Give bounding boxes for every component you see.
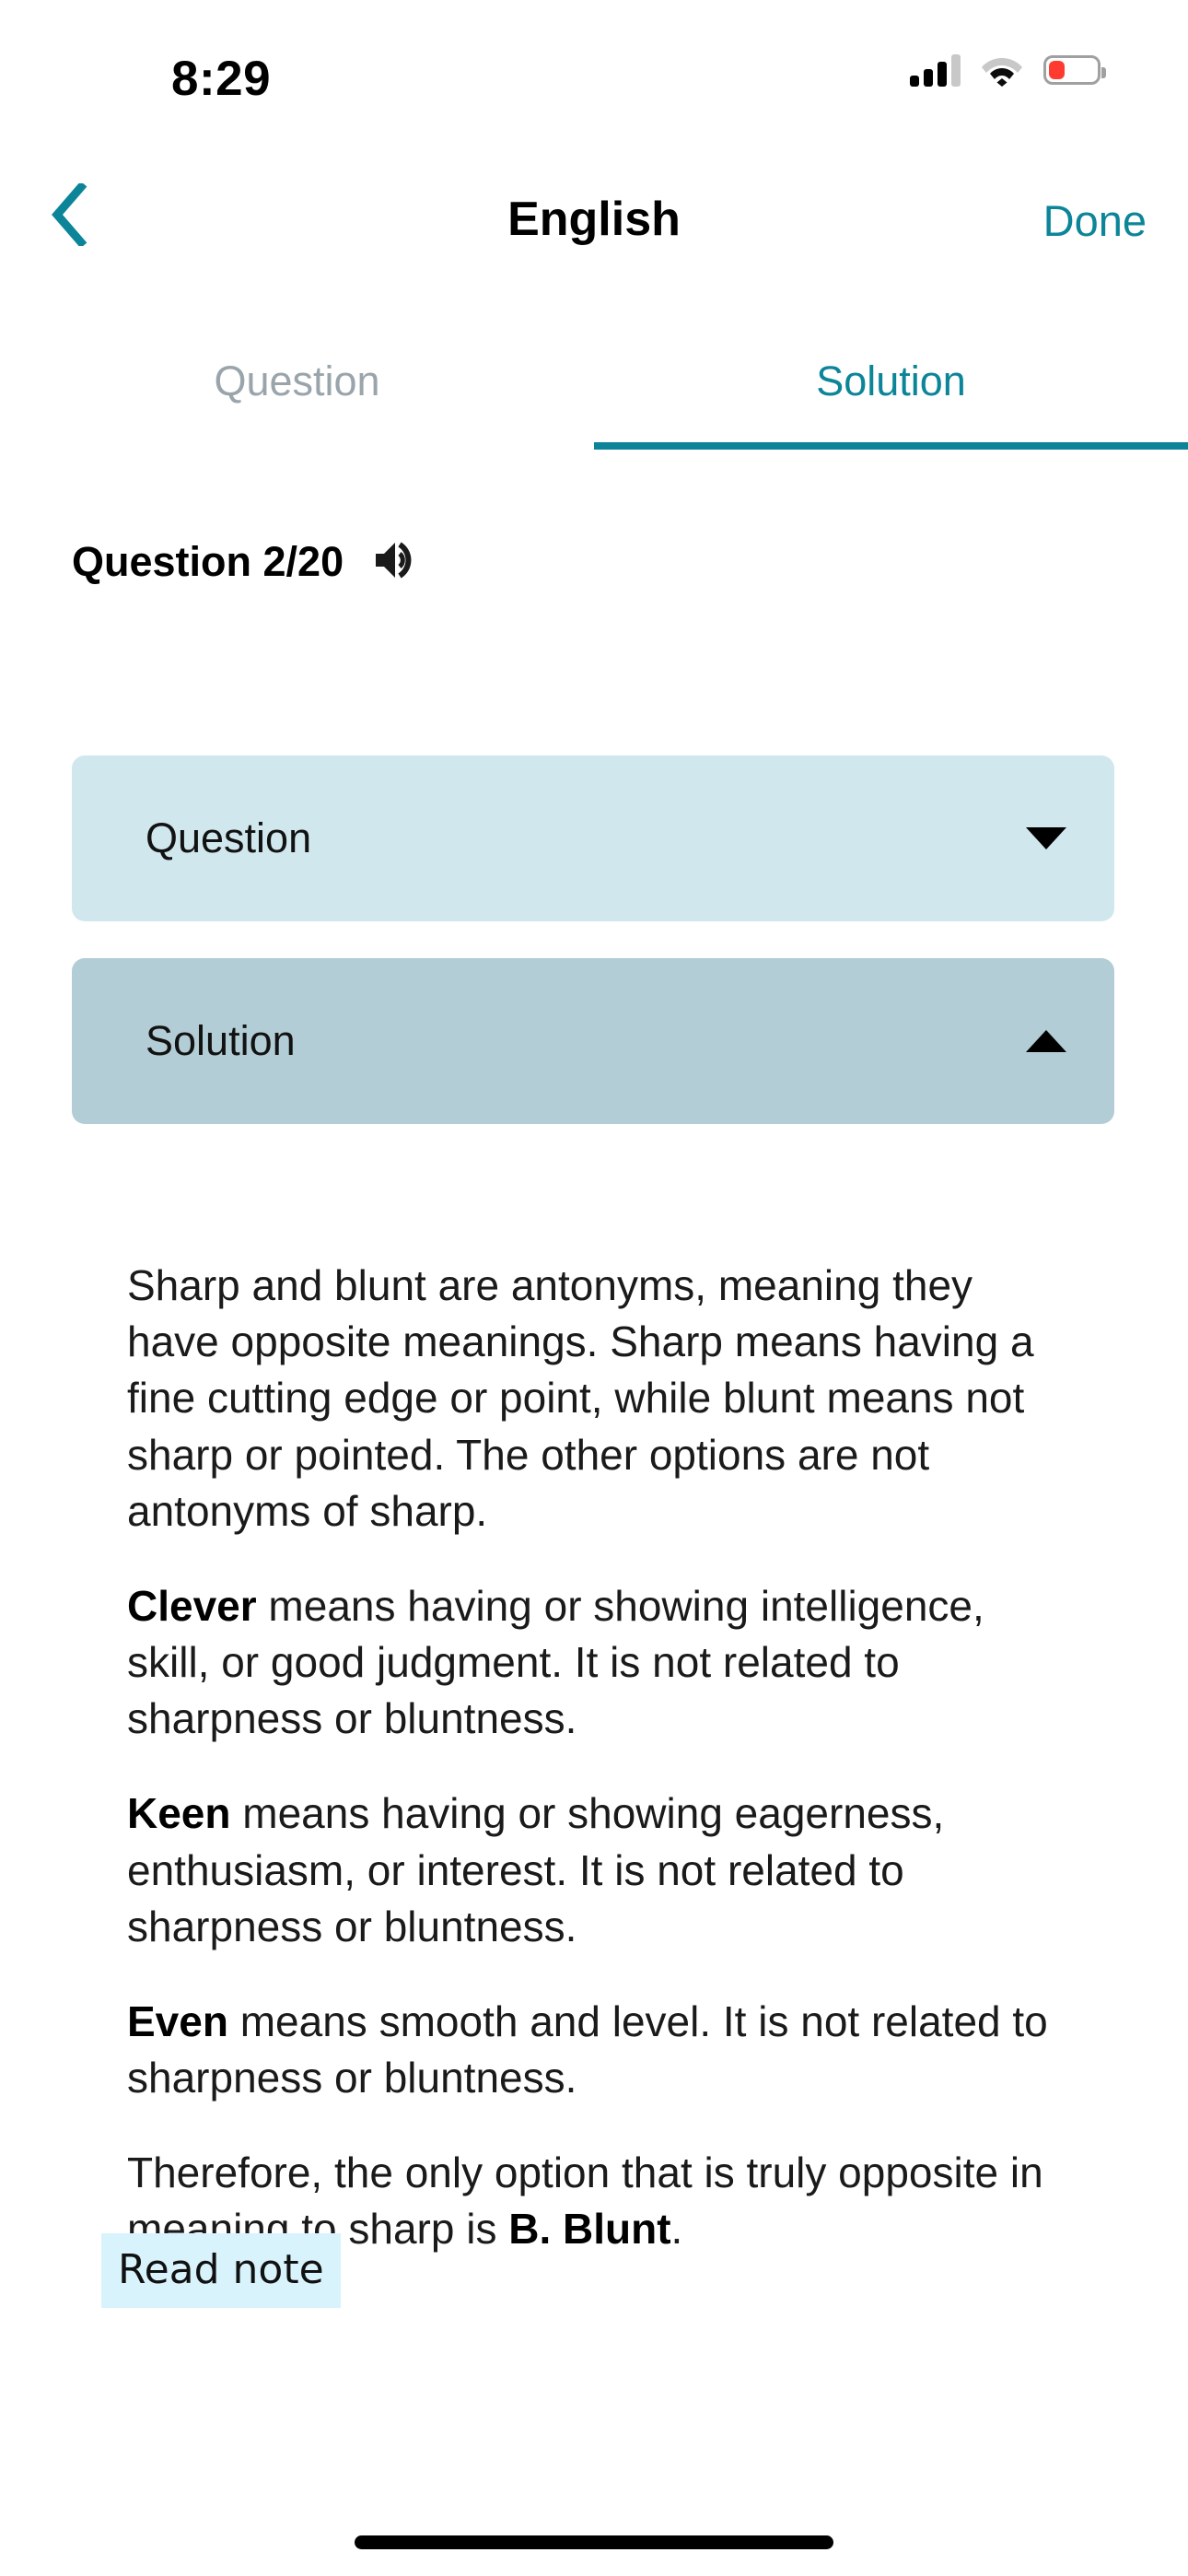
speaker-volume-icon xyxy=(370,535,420,590)
solution-content: Sharp and blunt are antonyms, meaning th… xyxy=(127,1258,1048,2258)
solution-term: Clever xyxy=(127,1581,257,1630)
status-bar-time: 8:29 xyxy=(171,52,272,106)
solution-paragraph: Clever means having or showing intellige… xyxy=(127,1578,1048,1748)
chevron-up-icon xyxy=(1026,1030,1066,1052)
question-counter-label: Question 2/20 xyxy=(72,538,344,585)
solution-term: Even xyxy=(127,1996,228,2045)
navigation-bar: English Done xyxy=(0,166,1188,286)
solution-paragraph: Keen means having or showing eagerness, … xyxy=(127,1786,1048,1955)
status-bar: 8:29 xyxy=(0,0,1188,120)
solution-paragraph-text: means having or showing eagerness, enthu… xyxy=(127,1789,945,1950)
accordion-solution-label: Solution xyxy=(146,1017,296,1064)
wifi-icon xyxy=(981,54,1023,87)
solution-term: Keen xyxy=(127,1789,231,1838)
page-title: English xyxy=(507,193,681,246)
status-bar-indicators xyxy=(910,53,1106,87)
accordion-question-label: Question xyxy=(146,814,312,861)
cellular-bars-icon xyxy=(910,53,961,87)
home-indicator[interactable] xyxy=(355,2535,833,2549)
read-note-button[interactable]: Read note xyxy=(101,2233,341,2308)
chevron-down-icon xyxy=(1026,827,1066,849)
accordion-question[interactable]: Question xyxy=(72,755,1114,921)
question-counter-row: Question 2/20 xyxy=(72,536,421,588)
battery-low-icon xyxy=(1043,55,1106,85)
solution-paragraph-text: means smooth and level. It is not relate… xyxy=(127,1996,1048,2102)
tab-active-underline xyxy=(594,442,1188,450)
tab-solution[interactable]: Solution xyxy=(594,350,1188,451)
tab-bar: Question Solution xyxy=(0,350,1188,451)
tab-question[interactable]: Question xyxy=(0,350,594,451)
solution-paragraph: Sharp and blunt are antonyms, meaning th… xyxy=(127,1258,1048,1540)
read-note-container: Read note xyxy=(101,2233,341,2308)
conclusion-answer: B. Blunt xyxy=(508,2205,671,2254)
audio-play-button[interactable] xyxy=(369,536,421,588)
done-button[interactable]: Done xyxy=(1043,195,1147,246)
solution-paragraph: Even means smooth and level. It is not r… xyxy=(127,1994,1048,2106)
solution-paragraph-text: Sharp and blunt are antonyms, meaning th… xyxy=(127,1261,1034,1535)
accordion-solution[interactable]: Solution xyxy=(72,958,1114,1124)
conclusion-suffix: . xyxy=(670,2205,683,2254)
app-screen: 8:29 English Done Question Solution Ques… xyxy=(0,0,1188,2576)
